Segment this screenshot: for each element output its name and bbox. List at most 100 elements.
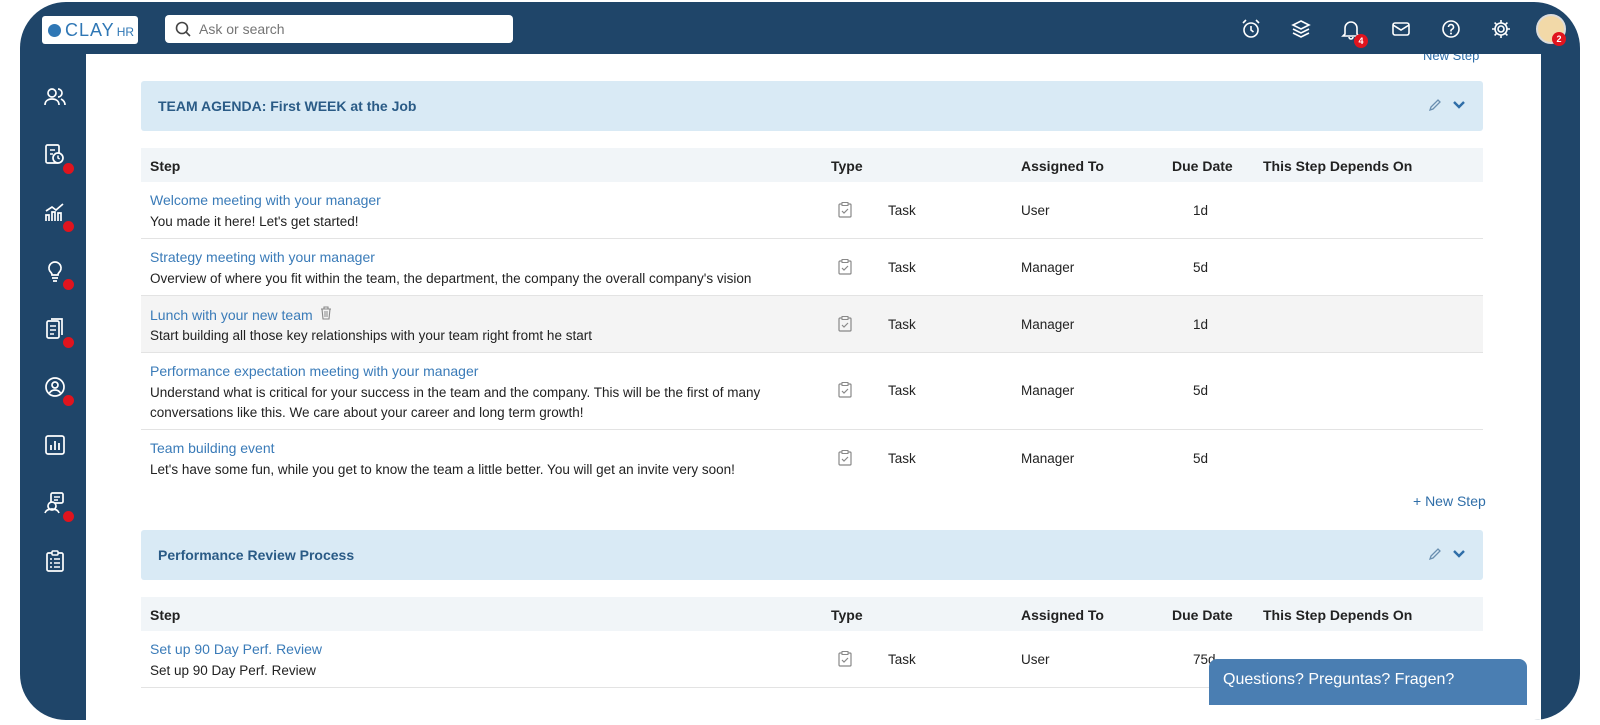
step-title[interactable]: Set up 90 Day Perf. Review <box>150 641 322 657</box>
logo-subtext: HR <box>116 25 135 39</box>
chevron-down-icon[interactable] <box>1451 546 1467 562</box>
new-step-link[interactable]: + New Step <box>1413 493 1486 509</box>
logo-mark-icon <box>48 23 61 37</box>
step-assigned: Manager <box>1021 383 1075 398</box>
alert-dot <box>63 337 74 348</box>
step-description: Overview of where you fit within the tea… <box>150 271 752 286</box>
clipboard-check-icon <box>838 450 852 466</box>
table-header: Step Type Assigned To Due Date This Step… <box>141 597 1483 631</box>
table-row[interactable]: Performance expectation meeting with you… <box>141 353 1483 430</box>
search-icon <box>175 21 191 37</box>
table-row[interactable]: Team building event Let's have some fun,… <box>141 430 1483 486</box>
clipboard-check-icon <box>838 382 852 398</box>
col-assigned: Assigned To <box>1021 607 1104 623</box>
payroll-clock-icon[interactable] <box>42 142 74 174</box>
clipboard-check-icon <box>838 202 852 218</box>
section-tools <box>1427 97 1467 113</box>
step-description: You made it here! Let's get started! <box>150 214 359 229</box>
support-agent-icon[interactable] <box>42 490 74 522</box>
step-assigned: User <box>1021 652 1050 667</box>
pencil-icon[interactable] <box>1427 97 1443 113</box>
step-due: 1d <box>1193 317 1209 332</box>
clipboard-check-icon <box>838 316 852 332</box>
steps-table: Step Type Assigned To Due Date This Step… <box>141 148 1483 486</box>
step-description: Let's have some fun, while you get to kn… <box>150 462 735 477</box>
clipboard-check-icon <box>838 259 852 275</box>
notification-badge: 4 <box>1354 34 1368 48</box>
people-icon[interactable] <box>42 84 68 110</box>
clipboard-check-icon <box>838 651 852 667</box>
logo-text: CLAY <box>65 19 115 40</box>
step-assigned: User <box>1021 203 1050 218</box>
step-type: Task <box>888 260 916 275</box>
growth-chart-icon[interactable] <box>42 200 74 232</box>
lightbulb-icon[interactable] <box>42 258 74 290</box>
table-row[interactable]: Lunch with your new team Start building … <box>141 296 1483 353</box>
step-type: Task <box>888 652 916 667</box>
col-depends-on: This Step Depends On <box>1263 158 1413 174</box>
section-header-team-agenda[interactable]: TEAM AGENDA: First WEEK at the Job <box>141 81 1483 131</box>
section-title: Performance Review Process <box>158 547 355 563</box>
section-tools <box>1427 546 1467 562</box>
alert-dot <box>63 279 74 290</box>
step-description: Set up 90 Day Perf. Review <box>150 663 316 678</box>
step-description: Understand what is critical for your suc… <box>150 385 761 420</box>
step-title-wrap: Lunch with your new team <box>150 306 332 323</box>
top-bar: CLAY HR 4 <box>20 2 1580 54</box>
step-title[interactable]: Welcome meeting with your manager <box>150 192 381 208</box>
avatar-badge: 2 <box>1552 32 1566 46</box>
step-due: 5d <box>1193 383 1209 398</box>
table-header: Step Type Assigned To Due Date This Step… <box>141 148 1483 182</box>
top-icons: 4 2 <box>1216 14 1566 48</box>
help-icon[interactable] <box>1436 14 1466 44</box>
new-step-link-top[interactable]: New Step <box>1423 54 1479 63</box>
step-type: Task <box>888 203 916 218</box>
step-type: Task <box>888 383 916 398</box>
alarm-clock-icon[interactable] <box>1236 14 1266 44</box>
bell-icon[interactable]: 4 <box>1336 14 1368 48</box>
clayhr-logo[interactable]: CLAY HR <box>42 16 138 44</box>
col-assigned: Assigned To <box>1021 158 1104 174</box>
col-step: Step <box>150 607 181 623</box>
section-header-performance-review[interactable]: Performance Review Process <box>141 530 1483 580</box>
table-row[interactable]: Strategy meeting with your manager Overv… <box>141 239 1483 296</box>
step-due: 5d <box>1193 260 1209 275</box>
table-row[interactable]: Welcome meeting with your manager You ma… <box>141 182 1483 239</box>
step-assigned: Manager <box>1021 260 1075 275</box>
main-content: New Step TEAM AGENDA: First WEEK at the … <box>86 54 1541 720</box>
col-depends-on: This Step Depends On <box>1263 607 1413 623</box>
step-due: 1d <box>1193 203 1209 218</box>
step-title[interactable]: Performance expectation meeting with you… <box>150 363 478 379</box>
search-box[interactable] <box>165 15 513 43</box>
step-title[interactable]: Lunch with your new team <box>150 307 313 323</box>
step-assigned: Manager <box>1021 451 1075 466</box>
col-type: Type <box>831 158 863 174</box>
step-type: Task <box>888 451 916 466</box>
layers-icon[interactable] <box>1286 14 1316 44</box>
step-title[interactable]: Team building event <box>150 440 275 456</box>
documents-icon[interactable] <box>42 316 74 348</box>
gear-icon[interactable] <box>1486 14 1516 44</box>
trash-icon[interactable] <box>320 306 332 320</box>
step-description: Start building all those key relationshi… <box>150 328 592 343</box>
alert-dot <box>63 395 74 406</box>
sidebar <box>20 54 86 720</box>
alert-dot <box>63 511 74 522</box>
col-step: Step <box>150 158 181 174</box>
step-title[interactable]: Strategy meeting with your manager <box>150 249 375 265</box>
search-input[interactable] <box>197 20 501 38</box>
pencil-icon[interactable] <box>1427 546 1443 562</box>
checklist-icon[interactable] <box>42 548 68 574</box>
col-type: Type <box>831 607 863 623</box>
col-due-date: Due Date <box>1172 607 1233 623</box>
chat-widget-button[interactable]: Questions? Preguntas? Fragen? <box>1209 659 1527 705</box>
user-circle-icon[interactable] <box>42 374 74 406</box>
mail-icon[interactable] <box>1386 14 1416 44</box>
col-due-date: Due Date <box>1172 158 1233 174</box>
alert-dot <box>63 163 74 174</box>
chevron-down-icon[interactable] <box>1451 97 1467 113</box>
user-avatar[interactable]: 2 <box>1536 14 1566 46</box>
step-due: 5d <box>1193 451 1209 466</box>
bar-chart-icon[interactable] <box>42 432 68 458</box>
step-assigned: Manager <box>1021 317 1075 332</box>
